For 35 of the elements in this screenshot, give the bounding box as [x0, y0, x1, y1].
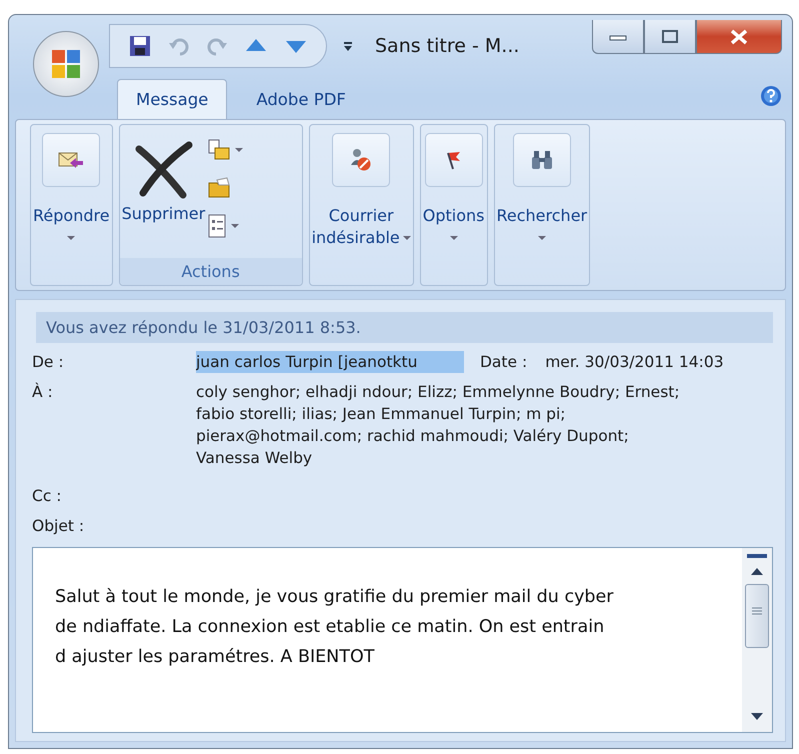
close-icon: [729, 28, 749, 44]
documents-folder-icon: [207, 139, 232, 161]
ribbon-tab[interactable]: Adobe PDF: [237, 79, 365, 119]
list-document-icon: [207, 214, 228, 238]
binoculars-icon: [530, 149, 554, 171]
minimize-button[interactable]: [592, 20, 644, 54]
date-text: mer. 30/03/2011 14:03: [545, 352, 724, 373]
ribbon-button[interactable]: Options: [420, 125, 486, 285]
customize-icon[interactable]: [343, 40, 353, 52]
field-label: Date :: [480, 352, 528, 373]
field-label: Objet :: [32, 516, 86, 537]
scroll-thumb[interactable]: [745, 584, 769, 648]
message-body[interactable]: Salut à tout le monde, je vous gratifie du premier mail du cyber de ndiaffate. La connexion est etablie ce matin. On est entrain d ajuster les paramétres. A BIENTOT: [32, 547, 773, 733]
field-label: Cc :: [32, 486, 62, 507]
group-label: Actions: [120, 258, 302, 285]
sender-text[interactable]: juan carlos Turpin [jeanotktu: [196, 351, 464, 373]
field-label: À :: [32, 382, 54, 403]
info-bar: Vous avez répondu le 31/03/2011 8:53.: [36, 312, 773, 343]
ribbon-button[interactable]: Répondre: [31, 125, 112, 285]
delete-button[interactable]: Supprimer: [120, 125, 208, 258]
field-label: De :: [32, 352, 65, 373]
window-title: Sans titre - M...: [375, 35, 520, 57]
scrollbar[interactable]: [742, 548, 772, 732]
recipients-text: coly senghor; elhadji ndour; Elizz; Emmelynne Boudry; Ernest; fabio storelli; ilias; Jean Emmanuel Turpin; m pi; pierax@hotmail.com; rachid mahmoudi; Valéry Dupont; Vanessa Welby: [196, 382, 681, 469]
message-text: Salut à tout le monde, je vous gratifie du premier mail du cyber de ndiaffate. La connexion est etablie ce matin. On est entrain d ajuster les paramétres. A BIENTOT: [55, 586, 614, 669]
scroll-down-icon[interactable]: [750, 712, 764, 722]
ribbon-tab[interactable]: Message: [117, 79, 228, 119]
save-icon[interactable]: [128, 34, 152, 58]
ribbon-button[interactable]: Courrier indésirable: [310, 125, 413, 285]
ribbon-button[interactable]: Rechercher: [494, 125, 590, 285]
maximize-button[interactable]: [644, 20, 696, 54]
help-icon[interactable]: [760, 85, 782, 107]
close-button[interactable]: [696, 20, 782, 54]
scroll-up-icon[interactable]: [750, 566, 764, 576]
maximize-icon: [661, 28, 679, 44]
